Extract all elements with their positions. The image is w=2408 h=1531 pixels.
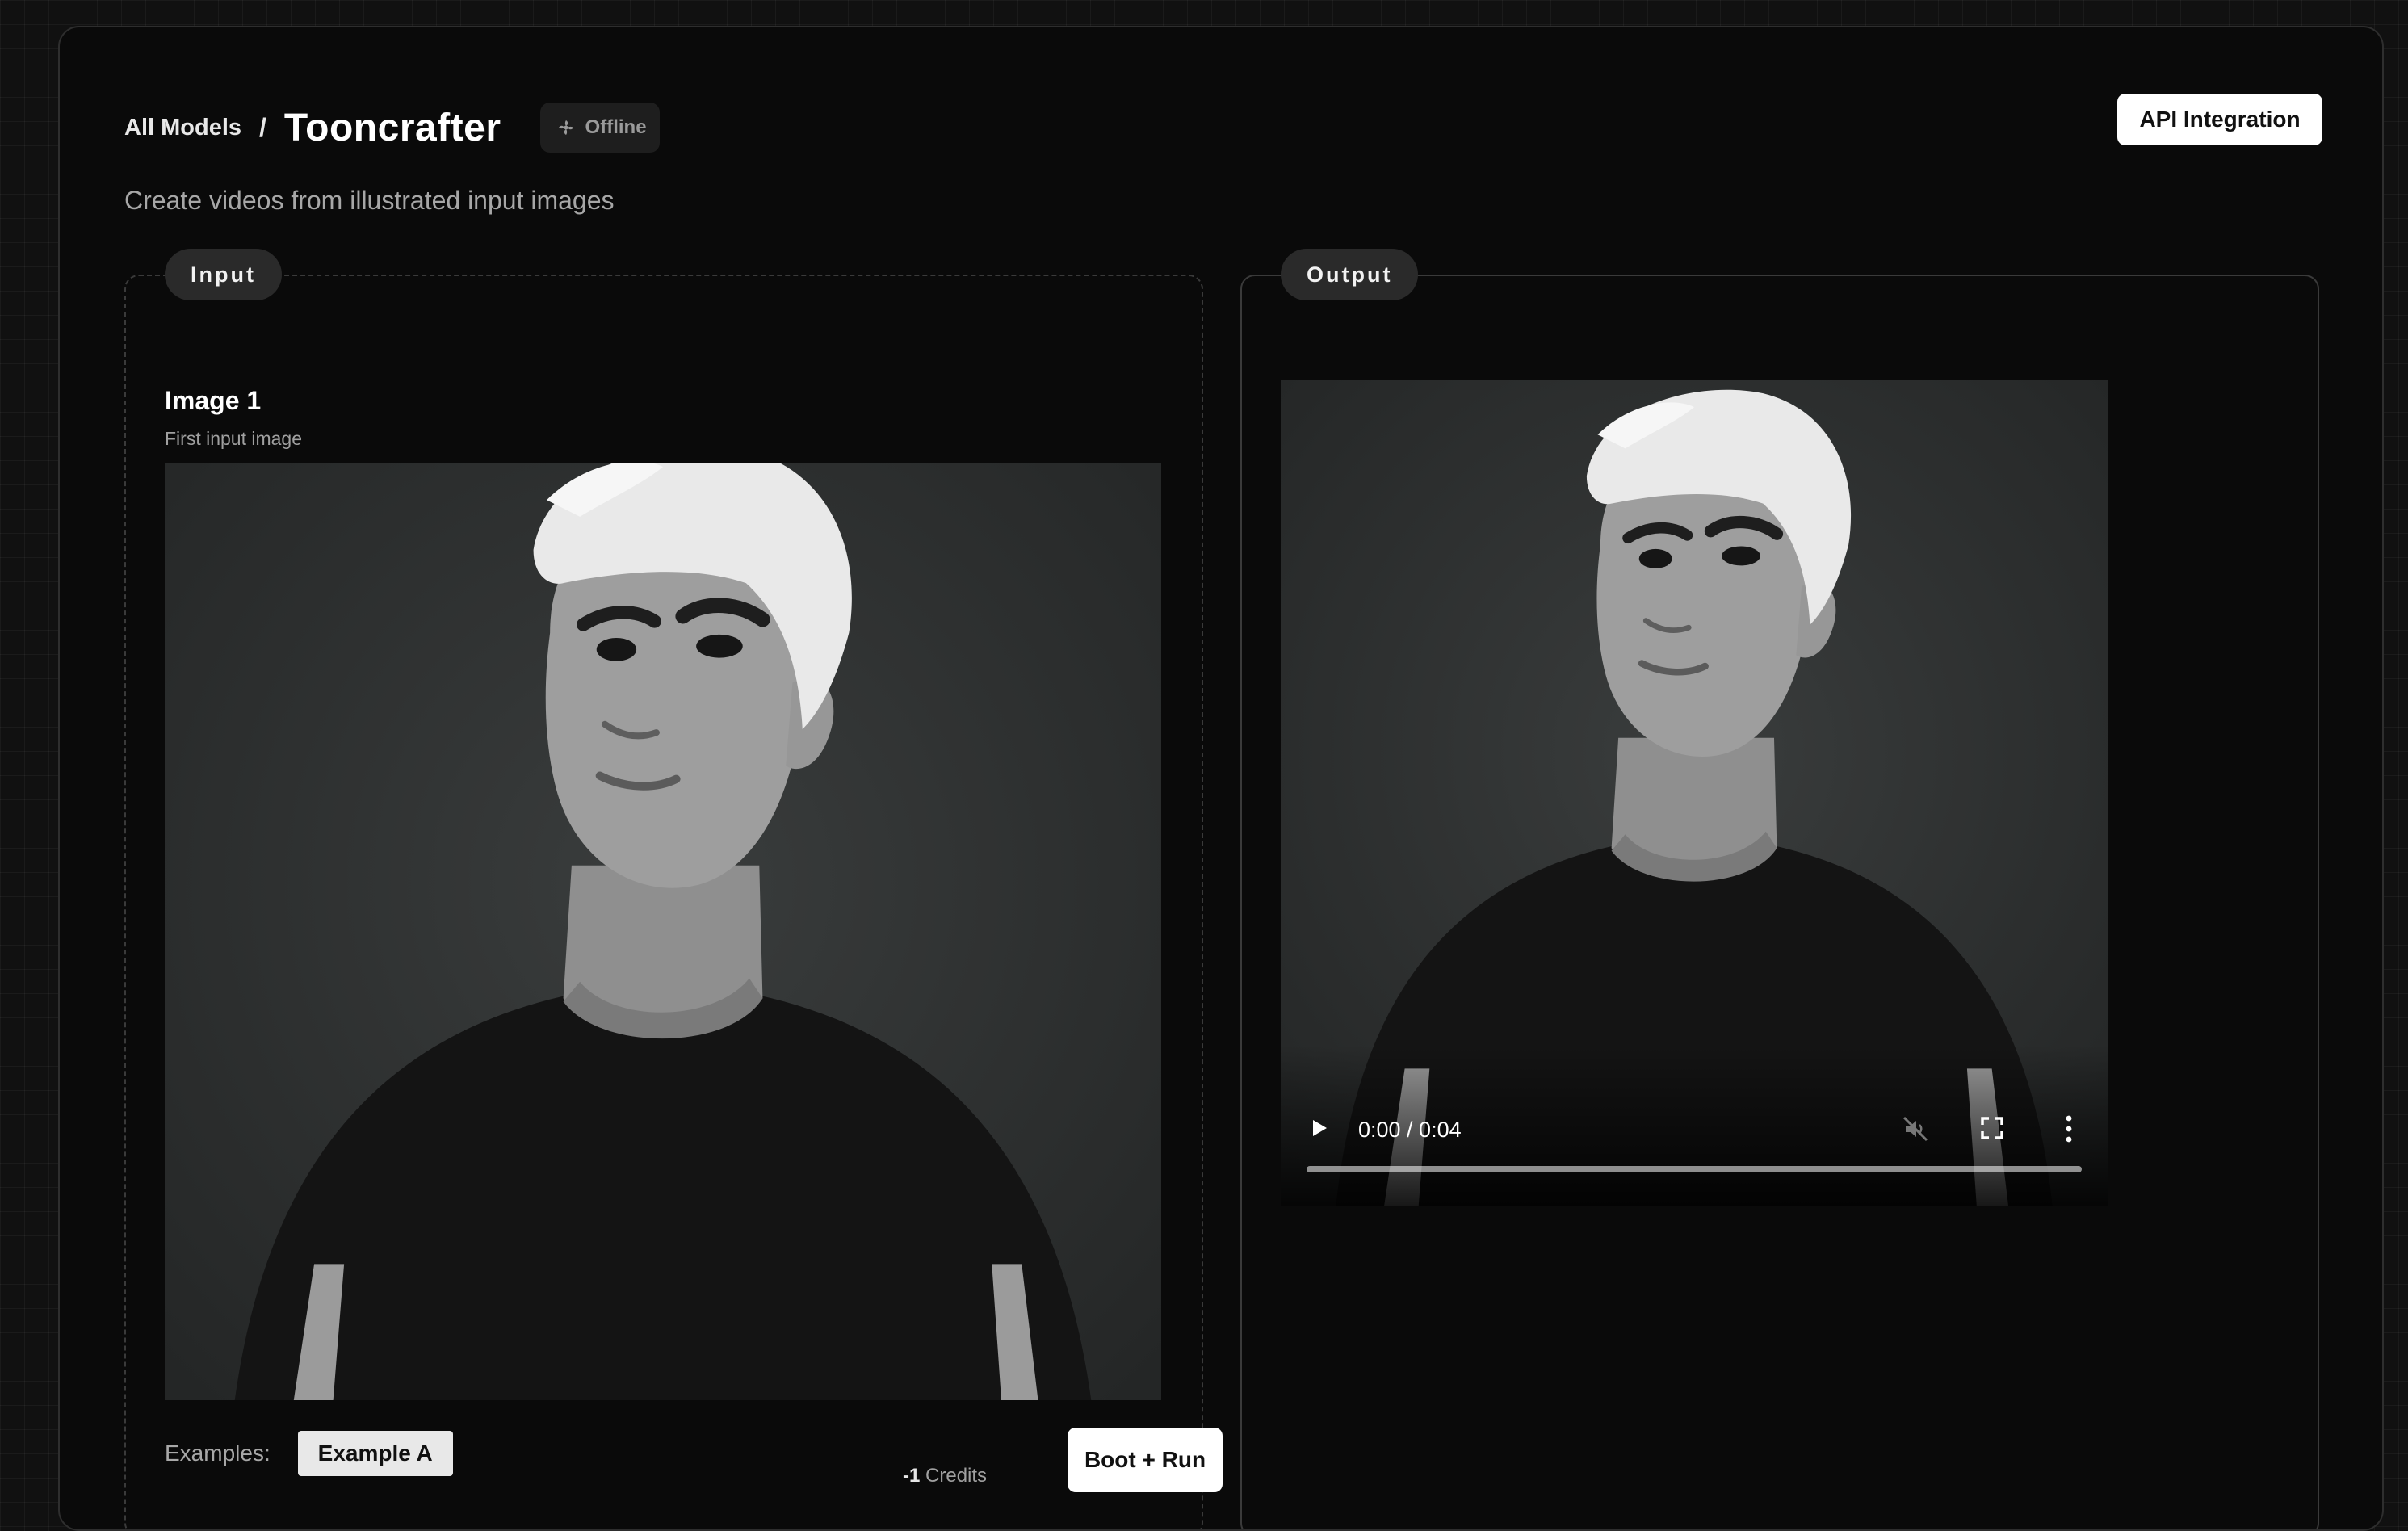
model-card: All Models / Tooncrafter Offline Create … xyxy=(58,26,2384,1531)
all-models-link[interactable]: All Models xyxy=(124,115,241,141)
image-field-description: First input image xyxy=(165,428,303,449)
breadcrumb-separator: / xyxy=(259,112,266,142)
page-title: Tooncrafter xyxy=(283,106,501,149)
fan-icon xyxy=(558,120,573,135)
play-icon[interactable] xyxy=(1307,1116,1331,1140)
credits-indicator: -1 Credits xyxy=(903,1465,987,1487)
boot-run-button[interactable]: Boot + Run xyxy=(1068,1428,1223,1492)
input-image-upload[interactable] xyxy=(165,463,1161,1400)
output-video-player[interactable]: 0:00 / 0:04 xyxy=(1281,380,2108,1206)
video-time: 0:00 / 0:04 xyxy=(1358,1118,1462,1142)
video-progress-bar[interactable] xyxy=(1307,1166,2082,1172)
status-label: Offline xyxy=(585,116,647,138)
credits-label: Credits xyxy=(925,1465,988,1487)
fullscreen-icon[interactable] xyxy=(1980,1116,2004,1140)
muted-icon[interactable] xyxy=(1901,1114,1930,1143)
output-panel-title: Output xyxy=(1281,249,1419,300)
input-image-preview xyxy=(165,463,1161,1400)
more-options-icon[interactable] xyxy=(2064,1114,2074,1143)
header: All Models / Tooncrafter Offline xyxy=(124,100,660,155)
example-a-button[interactable]: Example A xyxy=(297,1431,453,1476)
status-badge: Offline xyxy=(539,103,660,153)
examples-row: Examples: Example A xyxy=(165,1431,453,1476)
examples-label: Examples: xyxy=(165,1441,271,1466)
image-field-label: Image 1 xyxy=(165,386,262,415)
api-integration-button[interactable]: API Integration xyxy=(2117,94,2322,145)
output-panel: Output 0:00 / 0:04 xyxy=(1240,249,2319,1529)
input-panel-title: Input xyxy=(165,249,282,300)
page-subtitle: Create videos from illustrated input ima… xyxy=(124,186,615,215)
input-panel: Input Image 1 First input image Examples… xyxy=(124,249,1223,1529)
video-controls: 0:00 / 0:04 xyxy=(1281,1045,2108,1206)
credits-value: -1 xyxy=(903,1465,921,1487)
